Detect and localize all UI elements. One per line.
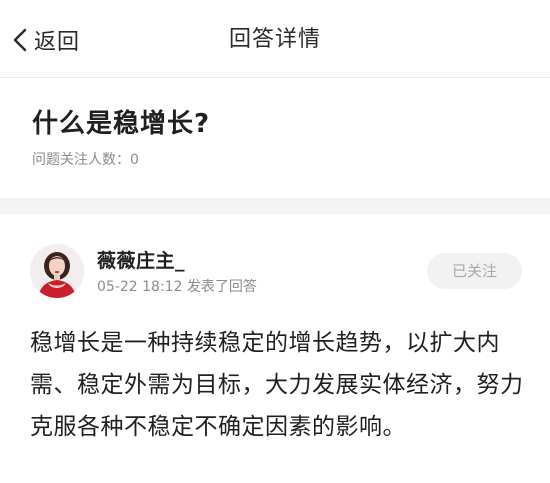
- answer-detail-page: 返回 回答详情 什么是稳增长? 问题关注人数：0 薇薇庄主_ 05-22 18:…: [0, 0, 550, 483]
- follow-button[interactable]: 已关注: [427, 253, 522, 289]
- section-divider: [0, 198, 550, 214]
- question-section: 什么是稳增长? 问题关注人数：0: [0, 78, 550, 198]
- question-title: 什么是稳增长?: [32, 109, 211, 139]
- answer-timestamp: 05-22 18:12 发表了回答: [97, 279, 257, 295]
- author-name[interactable]: 薇薇庄主_: [97, 246, 185, 273]
- question-followers-count: 问题关注人数：0: [32, 152, 139, 168]
- answer-section: 薇薇庄主_ 05-22 18:12 发表了回答 已关注 稳增长是一种持续稳定的增…: [0, 214, 550, 483]
- avatar[interactable]: [30, 244, 84, 298]
- nav-bar: 返回 回答详情: [0, 0, 550, 78]
- answer-content: 稳增长是一种持续稳定的增长趋势，以扩大内需、稳定外需为目标，大力发展实体经济，努…: [30, 330, 524, 440]
- page-title: 回答详情: [228, 27, 321, 52]
